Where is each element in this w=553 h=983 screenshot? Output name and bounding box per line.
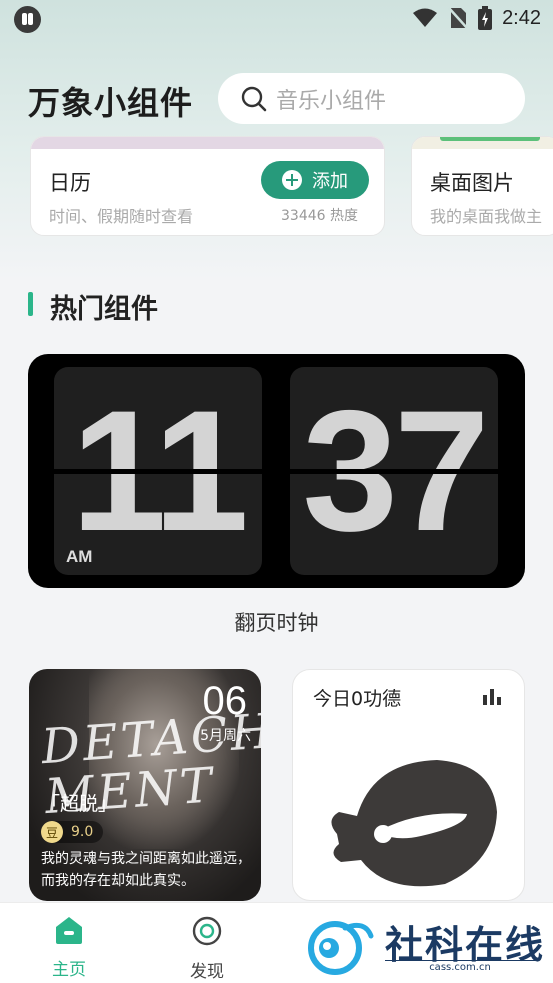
app-notification-icon bbox=[14, 6, 41, 33]
nav-discover[interactable]: 发现 bbox=[167, 915, 247, 982]
calendar-widget-card[interactable]: 日历 时间、假期随时查看 添加 33446 热度 bbox=[30, 136, 385, 236]
card-preview-strip bbox=[31, 137, 384, 149]
section-title: 热门组件 bbox=[50, 294, 158, 325]
nav-home[interactable]: 主页 bbox=[29, 915, 109, 980]
movie-title: 「超脱」 bbox=[41, 793, 118, 815]
app-title: 万象小组件 bbox=[28, 84, 194, 122]
card-description: 我的桌面我做主 bbox=[430, 207, 543, 226]
battery-icon bbox=[478, 6, 493, 30]
watermark-url: cass.com.cn bbox=[385, 960, 535, 973]
card-preview-strip bbox=[412, 137, 553, 149]
flip-divider bbox=[290, 469, 498, 474]
search-input[interactable]: 音乐小组件 bbox=[218, 73, 525, 124]
widget-caption: 翻页时钟 bbox=[234, 611, 319, 635]
nav-home-label: 主页 bbox=[52, 960, 86, 980]
flip-divider bbox=[54, 469, 262, 474]
card-title: 日历 bbox=[49, 171, 91, 195]
movie-date-weekday: 5月周六 bbox=[200, 728, 251, 744]
card-description: 时间、假期随时查看 bbox=[49, 207, 194, 226]
plus-icon bbox=[282, 170, 302, 190]
nav-discover-label: 发现 bbox=[190, 962, 224, 982]
flip-clock-widget[interactable]: 11 AM 37 bbox=[28, 354, 525, 588]
merit-title: 今日0功德 bbox=[313, 688, 402, 710]
movie-date-day: 06 bbox=[202, 679, 248, 723]
search-icon bbox=[241, 86, 267, 111]
flip-clock-hour-panel: 11 AM bbox=[54, 367, 262, 575]
movie-quote: 我的灵魂与我之间距离如此遥远，而我的存在却如此真实。 bbox=[41, 851, 251, 889]
discover-icon bbox=[192, 916, 222, 946]
home-icon bbox=[56, 917, 82, 944]
section-accent-bar bbox=[28, 292, 33, 316]
douban-icon: 豆 bbox=[41, 821, 63, 843]
wooden-fish-icon[interactable] bbox=[317, 750, 497, 890]
movie-rating-badge: 豆 9.0 bbox=[41, 821, 104, 843]
wifi-icon bbox=[413, 8, 438, 27]
rating-value: 9.0 bbox=[71, 824, 94, 840]
merit-counter-widget[interactable]: 今日0功德 bbox=[292, 669, 525, 901]
status-time: 2:42 bbox=[502, 6, 541, 29]
add-button-label: 添加 bbox=[312, 171, 348, 192]
flip-clock-minute-panel: 37 bbox=[290, 367, 498, 575]
clock-period: AM bbox=[66, 547, 93, 566]
status-bar: 2:42 bbox=[0, 0, 553, 40]
heat-count: 33446 热度 bbox=[281, 208, 358, 224]
movie-quote-widget[interactable]: DETACH MENT 06 5月周六 「超脱」 豆 9.0 我的灵魂与我之间距… bbox=[29, 669, 261, 901]
wallpaper-widget-card[interactable]: 桌面图片 我的桌面我做主 bbox=[411, 136, 553, 236]
add-button[interactable]: 添加 bbox=[261, 161, 369, 199]
card-title: 桌面图片 bbox=[430, 171, 514, 195]
watermark-logo-icon bbox=[308, 921, 374, 975]
bar-chart-icon[interactable] bbox=[482, 687, 502, 705]
site-watermark: 社科在线 cass.com.cn bbox=[305, 912, 545, 982]
no-sim-icon bbox=[448, 7, 468, 29]
search-placeholder: 音乐小组件 bbox=[276, 88, 387, 114]
